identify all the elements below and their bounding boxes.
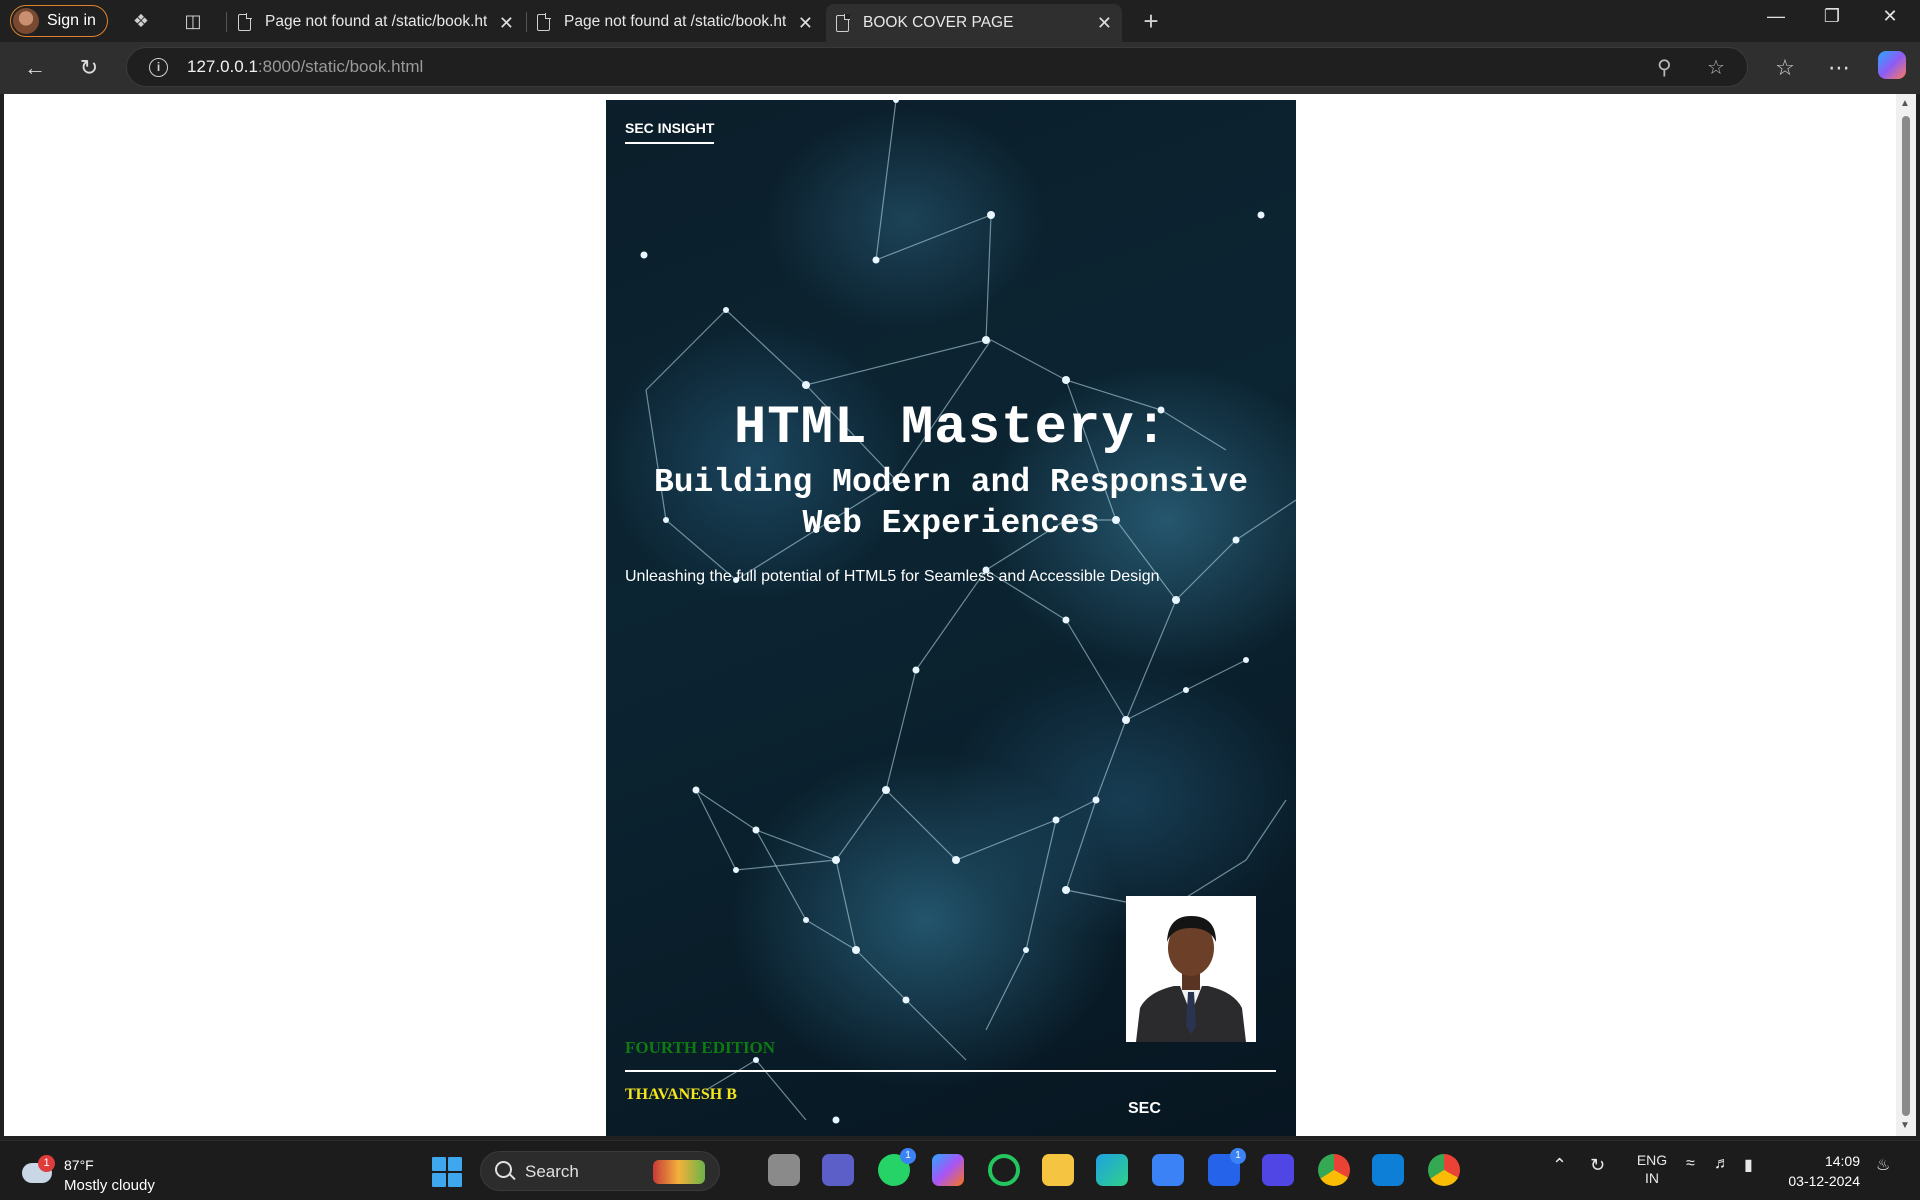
l-app-badge: 1 bbox=[1230, 1148, 1246, 1164]
zoom-icon[interactable]: ⚲ bbox=[1657, 55, 1672, 80]
browser-title-bar: Sign in ❖ ◫ Page not found at /static/bo… bbox=[0, 0, 1920, 42]
refresh-icon[interactable]: ↻ bbox=[74, 53, 104, 83]
sync-icon[interactable]: ↻ bbox=[1590, 1155, 1605, 1176]
scroll-up-icon[interactable]: ▲ bbox=[1900, 98, 1910, 109]
search-icon bbox=[495, 1161, 512, 1178]
ring-app-icon[interactable] bbox=[988, 1154, 1020, 1186]
footer-divider bbox=[625, 1070, 1276, 1072]
page-icon bbox=[537, 12, 551, 31]
weather-description: Mostly cloudy bbox=[64, 1177, 155, 1194]
tab-title: Page not found at /static/book.html bbox=[564, 13, 786, 30]
book-subtitle: Building Modern and Responsive Web Exper… bbox=[606, 462, 1296, 544]
language-code: ENG bbox=[1636, 1152, 1668, 1168]
copilot-app-icon[interactable] bbox=[932, 1154, 964, 1186]
clock-date: 03-12-2024 bbox=[1788, 1173, 1860, 1189]
address-bar[interactable]: i 127.0.0.1:8000/static/book.html ⚲ ☆ bbox=[126, 47, 1748, 87]
whatsapp-badge: 1 bbox=[900, 1148, 916, 1164]
windows-start-icon[interactable] bbox=[432, 1157, 462, 1187]
task-view-icon[interactable] bbox=[768, 1154, 800, 1186]
scroll-down-icon[interactable]: ▼ bbox=[1900, 1120, 1910, 1131]
site-info-icon[interactable]: i bbox=[149, 58, 168, 77]
search-highlight-icon bbox=[653, 1160, 705, 1184]
store-icon[interactable] bbox=[1152, 1154, 1184, 1186]
author-photo bbox=[1126, 896, 1256, 1042]
sign-in-label: Sign in bbox=[47, 12, 96, 29]
author-name: THAVANESH B bbox=[625, 1086, 737, 1103]
scrollbar-thumb[interactable] bbox=[1902, 116, 1910, 1116]
minimize-icon[interactable]: — bbox=[1748, 6, 1804, 27]
url-host: 127.0.0.1 bbox=[187, 57, 258, 76]
subtitle-line-1: Building Modern and Responsive bbox=[653, 464, 1249, 501]
book-cover: SEC INSIGHT HTML Mastery: Building Moder… bbox=[606, 100, 1296, 1136]
restore-icon[interactable]: ❐ bbox=[1804, 6, 1860, 27]
taskbar-search[interactable]: Search bbox=[480, 1151, 720, 1191]
favorites-icon[interactable]: ☆ bbox=[1770, 53, 1800, 83]
a-app-icon[interactable] bbox=[1262, 1154, 1294, 1186]
close-tab-icon[interactable]: ✕ bbox=[499, 13, 514, 34]
url-path: :8000/static/book.html bbox=[257, 57, 424, 76]
system-clock[interactable]: 14:09 03-12-2024 bbox=[1780, 1151, 1860, 1191]
chrome-icon[interactable] bbox=[1318, 1154, 1350, 1186]
close-window-icon[interactable]: ✕ bbox=[1862, 6, 1918, 27]
weather-temperature: 87°F bbox=[64, 1157, 94, 1173]
tab-title: Page not found at /static/book.html bbox=[265, 13, 487, 30]
sign-in-button[interactable]: Sign in bbox=[10, 5, 108, 37]
tab-separator bbox=[226, 12, 227, 32]
tab-page-not-found-2[interactable]: Page not found at /static/book.html ✕ bbox=[527, 4, 823, 40]
favorite-star-icon[interactable]: ☆ bbox=[1707, 55, 1725, 80]
show-hidden-icons[interactable]: ⌃ bbox=[1552, 1155, 1567, 1176]
workspaces-icon[interactable]: ❖ bbox=[128, 8, 154, 34]
volume-icon[interactable]: ♬ bbox=[1714, 1155, 1730, 1173]
book-tagline: Unleashing the full potential of HTML5 f… bbox=[625, 568, 1160, 585]
subtitle-line-2: Web Experiences bbox=[802, 505, 1100, 542]
page-icon bbox=[238, 12, 252, 31]
edge-icon[interactable] bbox=[1096, 1154, 1128, 1186]
vertical-tabs-icon[interactable]: ◫ bbox=[180, 8, 206, 34]
close-tab-icon[interactable]: ✕ bbox=[1097, 13, 1112, 34]
page-scrollbar[interactable]: ▲ ▼ bbox=[1896, 94, 1916, 1136]
tab-page-not-found-1[interactable]: Page not found at /static/book.html ✕ bbox=[228, 4, 524, 40]
file-explorer-icon[interactable] bbox=[1042, 1154, 1074, 1186]
author-portrait-image bbox=[1126, 896, 1256, 1042]
clock-time: 14:09 bbox=[1824, 1153, 1860, 1169]
page-icon bbox=[836, 13, 850, 32]
edition-label: FOURTH EDITION bbox=[625, 1038, 776, 1057]
search-label: Search bbox=[525, 1162, 579, 1181]
back-icon[interactable]: ← bbox=[20, 53, 50, 83]
more-menu-icon[interactable]: ⋯ bbox=[1824, 53, 1854, 83]
url-text[interactable]: 127.0.0.1:8000/static/book.html bbox=[187, 57, 423, 77]
l-app-icon[interactable]: 1 bbox=[1208, 1148, 1246, 1186]
book-title: HTML Mastery: bbox=[733, 398, 1169, 459]
copilot-icon[interactable] bbox=[1878, 51, 1906, 79]
browser-toolbar: ← ↻ i 127.0.0.1:8000/static/book.html ⚲ … bbox=[0, 42, 1920, 94]
wifi-icon[interactable]: ≈ bbox=[1686, 1155, 1695, 1173]
vscode-icon[interactable] bbox=[1372, 1154, 1404, 1186]
page-viewport: SEC INSIGHT HTML Mastery: Building Moder… bbox=[4, 94, 1896, 1136]
institution-label: SEC bbox=[1128, 1100, 1161, 1117]
tab-title: BOOK COVER PAGE bbox=[863, 14, 1014, 31]
profile-avatar bbox=[13, 8, 39, 34]
windows-taskbar: 1 87°F Mostly cloudy Search 1 1 ⌃ ↻ ENG … bbox=[0, 1140, 1920, 1200]
whatsapp-icon[interactable]: 1 bbox=[878, 1148, 916, 1186]
chrome-profile-icon[interactable] bbox=[1428, 1154, 1460, 1186]
language-region: IN bbox=[1645, 1170, 1659, 1186]
language-indicator[interactable]: ENG IN bbox=[1632, 1151, 1672, 1187]
battery-icon[interactable]: ▮ bbox=[1744, 1155, 1753, 1175]
close-tab-icon[interactable]: ✕ bbox=[798, 13, 813, 34]
teams-icon[interactable] bbox=[822, 1154, 854, 1186]
weather-badge: 1 bbox=[38, 1155, 55, 1172]
new-tab-icon[interactable]: + bbox=[1138, 8, 1164, 34]
tab-book-cover-page[interactable]: BOOK COVER PAGE ✕ bbox=[826, 4, 1122, 42]
publisher-label: SEC INSIGHT bbox=[625, 120, 715, 144]
notification-bell-icon[interactable]: ♨ bbox=[1876, 1155, 1890, 1175]
